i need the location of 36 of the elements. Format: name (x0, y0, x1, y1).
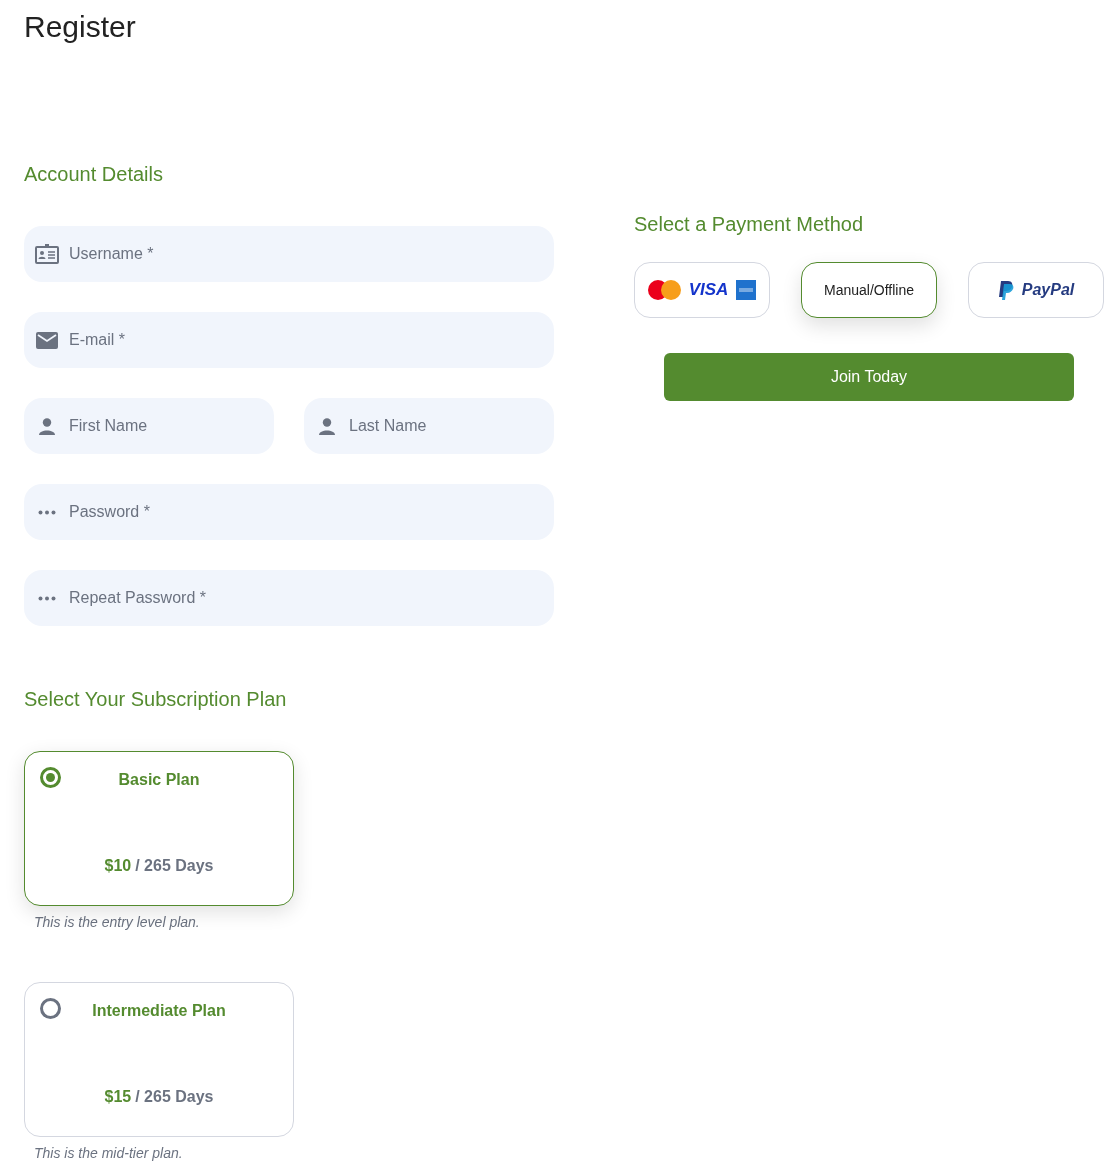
section-heading: Select Your Subscription Plan (24, 687, 288, 712)
plan-name: Basic Plan (118, 770, 200, 790)
id-card-icon (34, 244, 59, 264)
dots-icon (37, 595, 56, 601)
plan-period: / 265 Days (135, 856, 214, 876)
plan-price: $15 (104, 1087, 132, 1107)
card-logo-icon (736, 280, 757, 300)
payment-option[interactable]: PayPal (968, 262, 1104, 318)
plan-description: This is the entry level plan. (34, 913, 201, 932)
payment-option[interactable]: Manual/Offline (801, 262, 937, 318)
input-field[interactable]: Repeat Password * (24, 570, 554, 626)
mastercard-icon (647, 280, 681, 300)
input-field[interactable]: Password * (24, 484, 554, 540)
card-brand: VISA (688, 279, 729, 302)
page-title: Register (24, 9, 136, 45)
input-field[interactable]: Last Name (304, 398, 554, 454)
input-field[interactable]: Username * (24, 226, 554, 282)
input-field[interactable]: First Name (24, 398, 274, 454)
paypal-icon (997, 280, 1014, 300)
plan-card[interactable]: Basic Plan $10 / 265 Days (24, 751, 294, 906)
join-button[interactable]: Join Today (664, 353, 1074, 401)
input-field[interactable]: E-mail * (24, 312, 554, 368)
radio-button[interactable] (40, 998, 61, 1019)
section-heading: Account Details (24, 162, 164, 187)
paypal-wordmark: PayPal (1021, 280, 1075, 300)
radio-button[interactable] (40, 767, 61, 788)
plan-price: $10 (104, 856, 132, 876)
plan-card[interactable]: Intermediate Plan $15 / 265 Days (24, 982, 294, 1137)
plan-description: This is the mid-tier plan. (34, 1144, 184, 1163)
plan-period: / 265 Days (135, 1087, 214, 1107)
dots-icon (37, 509, 56, 515)
plan-name: Intermediate Plan (92, 1001, 226, 1021)
person-icon (317, 417, 336, 435)
person-icon (37, 417, 56, 435)
section-heading: Select a Payment Method (634, 212, 864, 237)
payment-option[interactable]: VISA (634, 262, 770, 318)
